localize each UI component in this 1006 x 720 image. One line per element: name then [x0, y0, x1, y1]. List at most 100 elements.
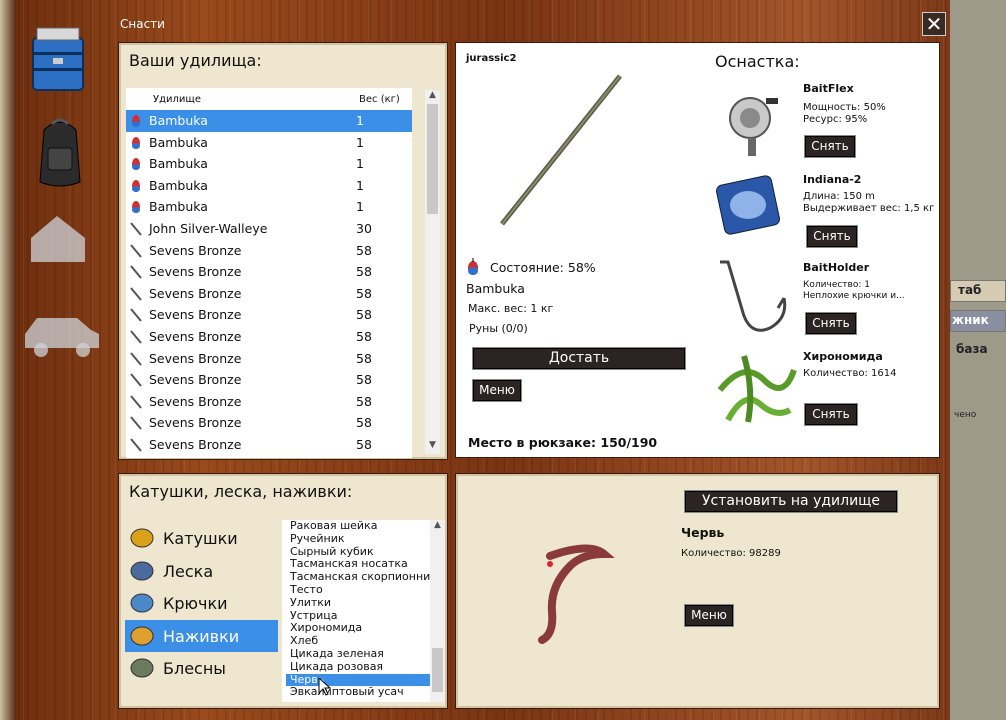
backpack-icon[interactable] [34, 112, 86, 190]
column-weight: Вес (кг) [359, 94, 400, 105]
rod-menu-button[interactable]: Меню [473, 380, 521, 401]
bg-text-4: чено [954, 410, 977, 420]
rod-row-weight: 1 [356, 134, 364, 150]
rig-item-line: Количество: 1614 [803, 368, 897, 379]
bait-list-item[interactable]: Цикада зеленая [286, 647, 430, 661]
spinning-rod-icon [130, 243, 142, 258]
rods-header: Ваши удилища: [129, 51, 262, 70]
rod-row-name: Bambuka [149, 156, 208, 172]
rod-row[interactable]: Bambuka 1 [126, 175, 412, 197]
rod-row-name: Sevens Bronze [149, 372, 242, 388]
rod-row[interactable]: Sevens Bronze 58 [126, 391, 412, 413]
rod-row[interactable]: Sevens Bronze 58 [126, 434, 412, 456]
rod-row-weight: 58 [356, 436, 372, 452]
float-icon [132, 115, 140, 127]
bait-list-item[interactable]: Ручейник [286, 532, 430, 546]
rod-row[interactable]: Sevens Bronze 58 [126, 304, 412, 326]
float-icon [132, 136, 140, 149]
remove-hook-button[interactable]: Снять [806, 313, 856, 334]
spinning-rod-icon [130, 287, 142, 301]
spinning-rod-icon [130, 351, 142, 366]
tackle-header: Катушки, леска, наживки: [129, 482, 353, 501]
rod-row-name: John Silver-Walleye [149, 220, 268, 236]
backpack-capacity: Место в рюкзаке: 150/190 [468, 435, 658, 450]
install-on-rod-button[interactable]: Установить на удилище [685, 491, 897, 512]
rod-row-weight: 58 [356, 393, 372, 409]
category-reel[interactable]: Катушки [125, 522, 278, 554]
spinning-rod-icon [130, 308, 142, 322]
rods-scrollbar[interactable]: ▲ ▼ [425, 90, 440, 454]
rig-item-line: Ресурс: 95% [803, 114, 868, 125]
category-lure[interactable]: Блесны [125, 652, 278, 684]
bloodworm-icon [717, 355, 797, 423]
bg-text-2: жник [952, 313, 989, 327]
scrollbar-thumb[interactable] [432, 648, 443, 692]
remove-reel-button[interactable]: Снять [805, 136, 855, 157]
scroll-up-icon[interactable]: ▲ [430, 520, 445, 534]
bait-list-item[interactable]: Улитки [286, 596, 430, 610]
rod-row[interactable]: Sevens Bronze 58 [126, 348, 412, 370]
rod-row-name: Sevens Bronze [149, 415, 242, 431]
rod-row-name: Bambuka [149, 199, 208, 215]
rig-item-line: Выдерживает вес: 1,5 кг [803, 203, 935, 214]
rod-row-weight: 30 [356, 220, 372, 236]
rod-row-weight: 1 [356, 113, 364, 128]
rod-row-weight: 1 [356, 156, 364, 172]
rod-row[interactable]: Sevens Bronze 58 [126, 240, 412, 262]
rod-row[interactable]: Sevens Bronze 58 [126, 326, 412, 348]
rod-row[interactable]: Sevens Bronze 58 [126, 369, 412, 391]
spinning-rod-icon [130, 265, 142, 279]
rod-row-name: Bambuka [149, 134, 208, 150]
background-right-ui: таб жник база чено [950, 0, 1006, 720]
bait-scrollbar[interactable]: ▲ [430, 520, 445, 702]
spinning-rod-icon [130, 438, 142, 452]
scrollbar-thumb[interactable] [427, 104, 438, 214]
line-spool-icon [130, 561, 154, 581]
rod-row-weight: 1 [356, 199, 364, 215]
rod-row-weight: 58 [356, 328, 372, 344]
bait-list-item[interactable]: Эвкалиптовый усач [286, 686, 430, 699]
window-title: Снасти [120, 17, 165, 31]
bait-list-item[interactable]: Тесто [286, 583, 430, 597]
category-bait[interactable]: Наживки [125, 620, 278, 652]
bait-list-item[interactable]: Цикада розовая [286, 660, 430, 674]
remove-line-button[interactable]: Снять [807, 226, 857, 247]
scroll-down-icon[interactable]: ▼ [425, 440, 440, 454]
spinning-rod-icon [130, 222, 142, 236]
rod-row[interactable]: Bambuka 1 [126, 153, 412, 175]
bg-text-1: таб [958, 283, 982, 297]
fishing-line-icon [716, 175, 780, 235]
bait-list-item[interactable]: Раковая шейка [286, 520, 430, 533]
scroll-up-icon[interactable]: ▲ [425, 90, 440, 104]
background-left-edge [0, 0, 16, 720]
rod-row[interactable]: John Silver-Walleye 30 [126, 218, 412, 240]
rod-row[interactable]: Bambuka 1 [126, 132, 412, 154]
tackle-box-icon[interactable] [27, 24, 89, 92]
rod-row[interactable]: Bambuka 1 [126, 196, 412, 218]
rod-row[interactable]: Sevens Bronze 58 [126, 412, 412, 434]
category-hooks[interactable]: Крючки [125, 587, 278, 619]
bait-name: Червь [681, 525, 725, 540]
house-icon[interactable] [27, 210, 89, 266]
bait-menu-button[interactable]: Меню [685, 605, 733, 626]
rod-row[interactable]: Sevens Bronze 58 [126, 261, 412, 283]
remove-bait-button[interactable]: Снять [805, 404, 857, 425]
float-icon [132, 158, 140, 171]
take-rod-button[interactable]: Достать [473, 348, 685, 369]
rod-row-weight: 58 [356, 242, 372, 258]
mouse-cursor-icon [318, 677, 332, 696]
rod-row[interactable]: Sevens Bronze 58 [126, 283, 412, 305]
rod-row-name: Sevens Bronze [149, 436, 242, 452]
column-rod: Удилище [153, 94, 201, 105]
spinning-rod-icon [130, 373, 142, 387]
float-icon [132, 201, 140, 214]
rod-condition: Состояние: 58% [490, 260, 596, 275]
category-label: Блесны [163, 659, 226, 678]
category-line-spool[interactable]: Леска [125, 555, 278, 587]
rod-row-weight: 58 [356, 372, 372, 388]
rig-item-line: Неплохие крючки и... [803, 291, 905, 301]
car-icon[interactable] [21, 310, 101, 358]
close-button[interactable]: ✕ [922, 12, 946, 36]
rod-max-weight: Макс. вес: 1 кг [468, 302, 554, 315]
rod-row[interactable]: Bambuka 1 [126, 110, 412, 132]
